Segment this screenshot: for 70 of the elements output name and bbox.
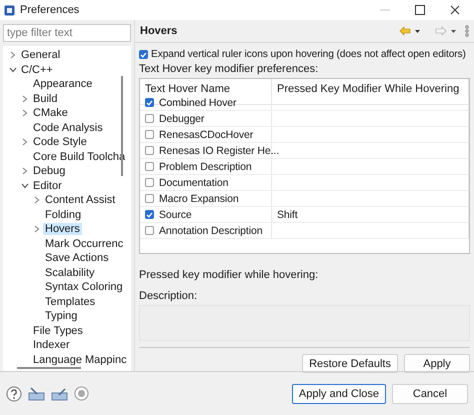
checkbox[interactable]: [145, 130, 154, 139]
table-cell: Renesas IO Register He...: [159, 144, 280, 156]
checkbox[interactable]: [145, 210, 154, 219]
import-icon[interactable]: [28, 386, 45, 400]
table-cell: Problem Description: [159, 160, 252, 172]
checkbox[interactable]: [145, 98, 154, 107]
collapsed-chevron-icon[interactable]: [34, 225, 40, 234]
column-header[interactable]: Pressed Key Modifier While Hovering: [272, 79, 469, 105]
tree-item[interactable]: Language Mappinc: [31, 354, 129, 365]
tree-item[interactable]: Editor: [31, 180, 64, 192]
page-button[interactable]: Apply: [404, 354, 470, 373]
tree-item[interactable]: Debug: [31, 165, 68, 178]
tree-item[interactable]: Build: [31, 92, 60, 105]
collapsed-chevron-icon[interactable]: [22, 94, 28, 103]
scrollbar[interactable]: [17, 367, 81, 369]
more-icon[interactable]: [465, 25, 469, 37]
dialog-button[interactable]: Apply and Close: [292, 384, 386, 404]
collapsed-chevron-icon[interactable]: [22, 167, 28, 176]
export-icon[interactable]: [51, 386, 68, 400]
table-cell: Source: [159, 208, 192, 220]
page-button[interactable]: Restore Defaults: [302, 354, 398, 373]
tree-item[interactable]: Mark Occurrenc: [43, 238, 126, 250]
scrollbar[interactable]: [121, 76, 123, 176]
checkbox-label: Expand vertical ruler icons upon hovering (does not affect open editors): [151, 49, 466, 60]
checkbox[interactable]: [145, 114, 154, 123]
table-label: Text Hover key modifier preferences:: [139, 63, 320, 75]
tree-item[interactable]: CMake: [31, 107, 70, 120]
tree-item[interactable]: Content Assist: [43, 194, 118, 206]
page-title: Hovers: [140, 25, 178, 37]
checkbox[interactable]: [145, 178, 154, 187]
tree-item[interactable]: Hovers: [43, 223, 82, 236]
checkbox[interactable]: [139, 50, 148, 59]
filter-field[interactable]: type filter text: [3, 24, 131, 42]
record-icon[interactable]: [74, 386, 89, 401]
modifier-label: Pressed key modifier while hovering:: [139, 269, 320, 281]
tree-item[interactable]: File Types: [31, 324, 85, 337]
checkbox[interactable]: [145, 194, 154, 203]
expanded-chevron-icon[interactable]: [9, 66, 17, 73]
tree-item[interactable]: General: [19, 49, 62, 62]
tree-item[interactable]: C/C++: [19, 64, 55, 76]
tree-item[interactable]: Code Style: [31, 136, 89, 148]
collapsed-chevron-icon[interactable]: [10, 51, 16, 60]
tree-item[interactable]: Folding: [43, 208, 84, 221]
help-icon[interactable]: [6, 386, 22, 402]
description-label: Description:: [139, 290, 198, 302]
table-cell: Debugger: [159, 112, 204, 124]
tree-item[interactable]: Indexer: [31, 339, 72, 352]
table-cell: Macro Expansion: [159, 192, 239, 204]
dialog-button[interactable]: Cancel: [392, 384, 468, 404]
table-cell: Annotation Description: [159, 224, 262, 236]
window-title: Preferences: [20, 4, 80, 16]
tree-item[interactable]: Scalability: [43, 266, 97, 279]
tree-item[interactable]: Code Analysis: [31, 122, 105, 134]
tree-item[interactable]: Syntax Coloring: [43, 281, 125, 294]
table-cell: RenesasCDocHover: [159, 128, 254, 140]
tree-item[interactable]: Core Build Toolcha: [31, 150, 128, 163]
collapsed-chevron-icon[interactable]: [22, 138, 28, 146]
expanded-chevron-icon[interactable]: [21, 182, 29, 189]
app-icon: [4, 4, 15, 16]
collapsed-chevron-icon[interactable]: [34, 196, 40, 204]
checkbox[interactable]: [145, 146, 154, 155]
checkbox[interactable]: [145, 162, 154, 171]
collapsed-chevron-icon[interactable]: [22, 109, 28, 118]
tree-item[interactable]: Appearance: [31, 78, 94, 90]
checkbox[interactable]: [145, 226, 154, 235]
tree-item[interactable]: Typing: [43, 310, 80, 322]
table-cell: Shift: [272, 207, 469, 223]
table-cell: Documentation: [159, 176, 228, 188]
tree-item[interactable]: Save Actions: [43, 252, 111, 264]
tree-item[interactable]: Templates: [43, 296, 98, 308]
